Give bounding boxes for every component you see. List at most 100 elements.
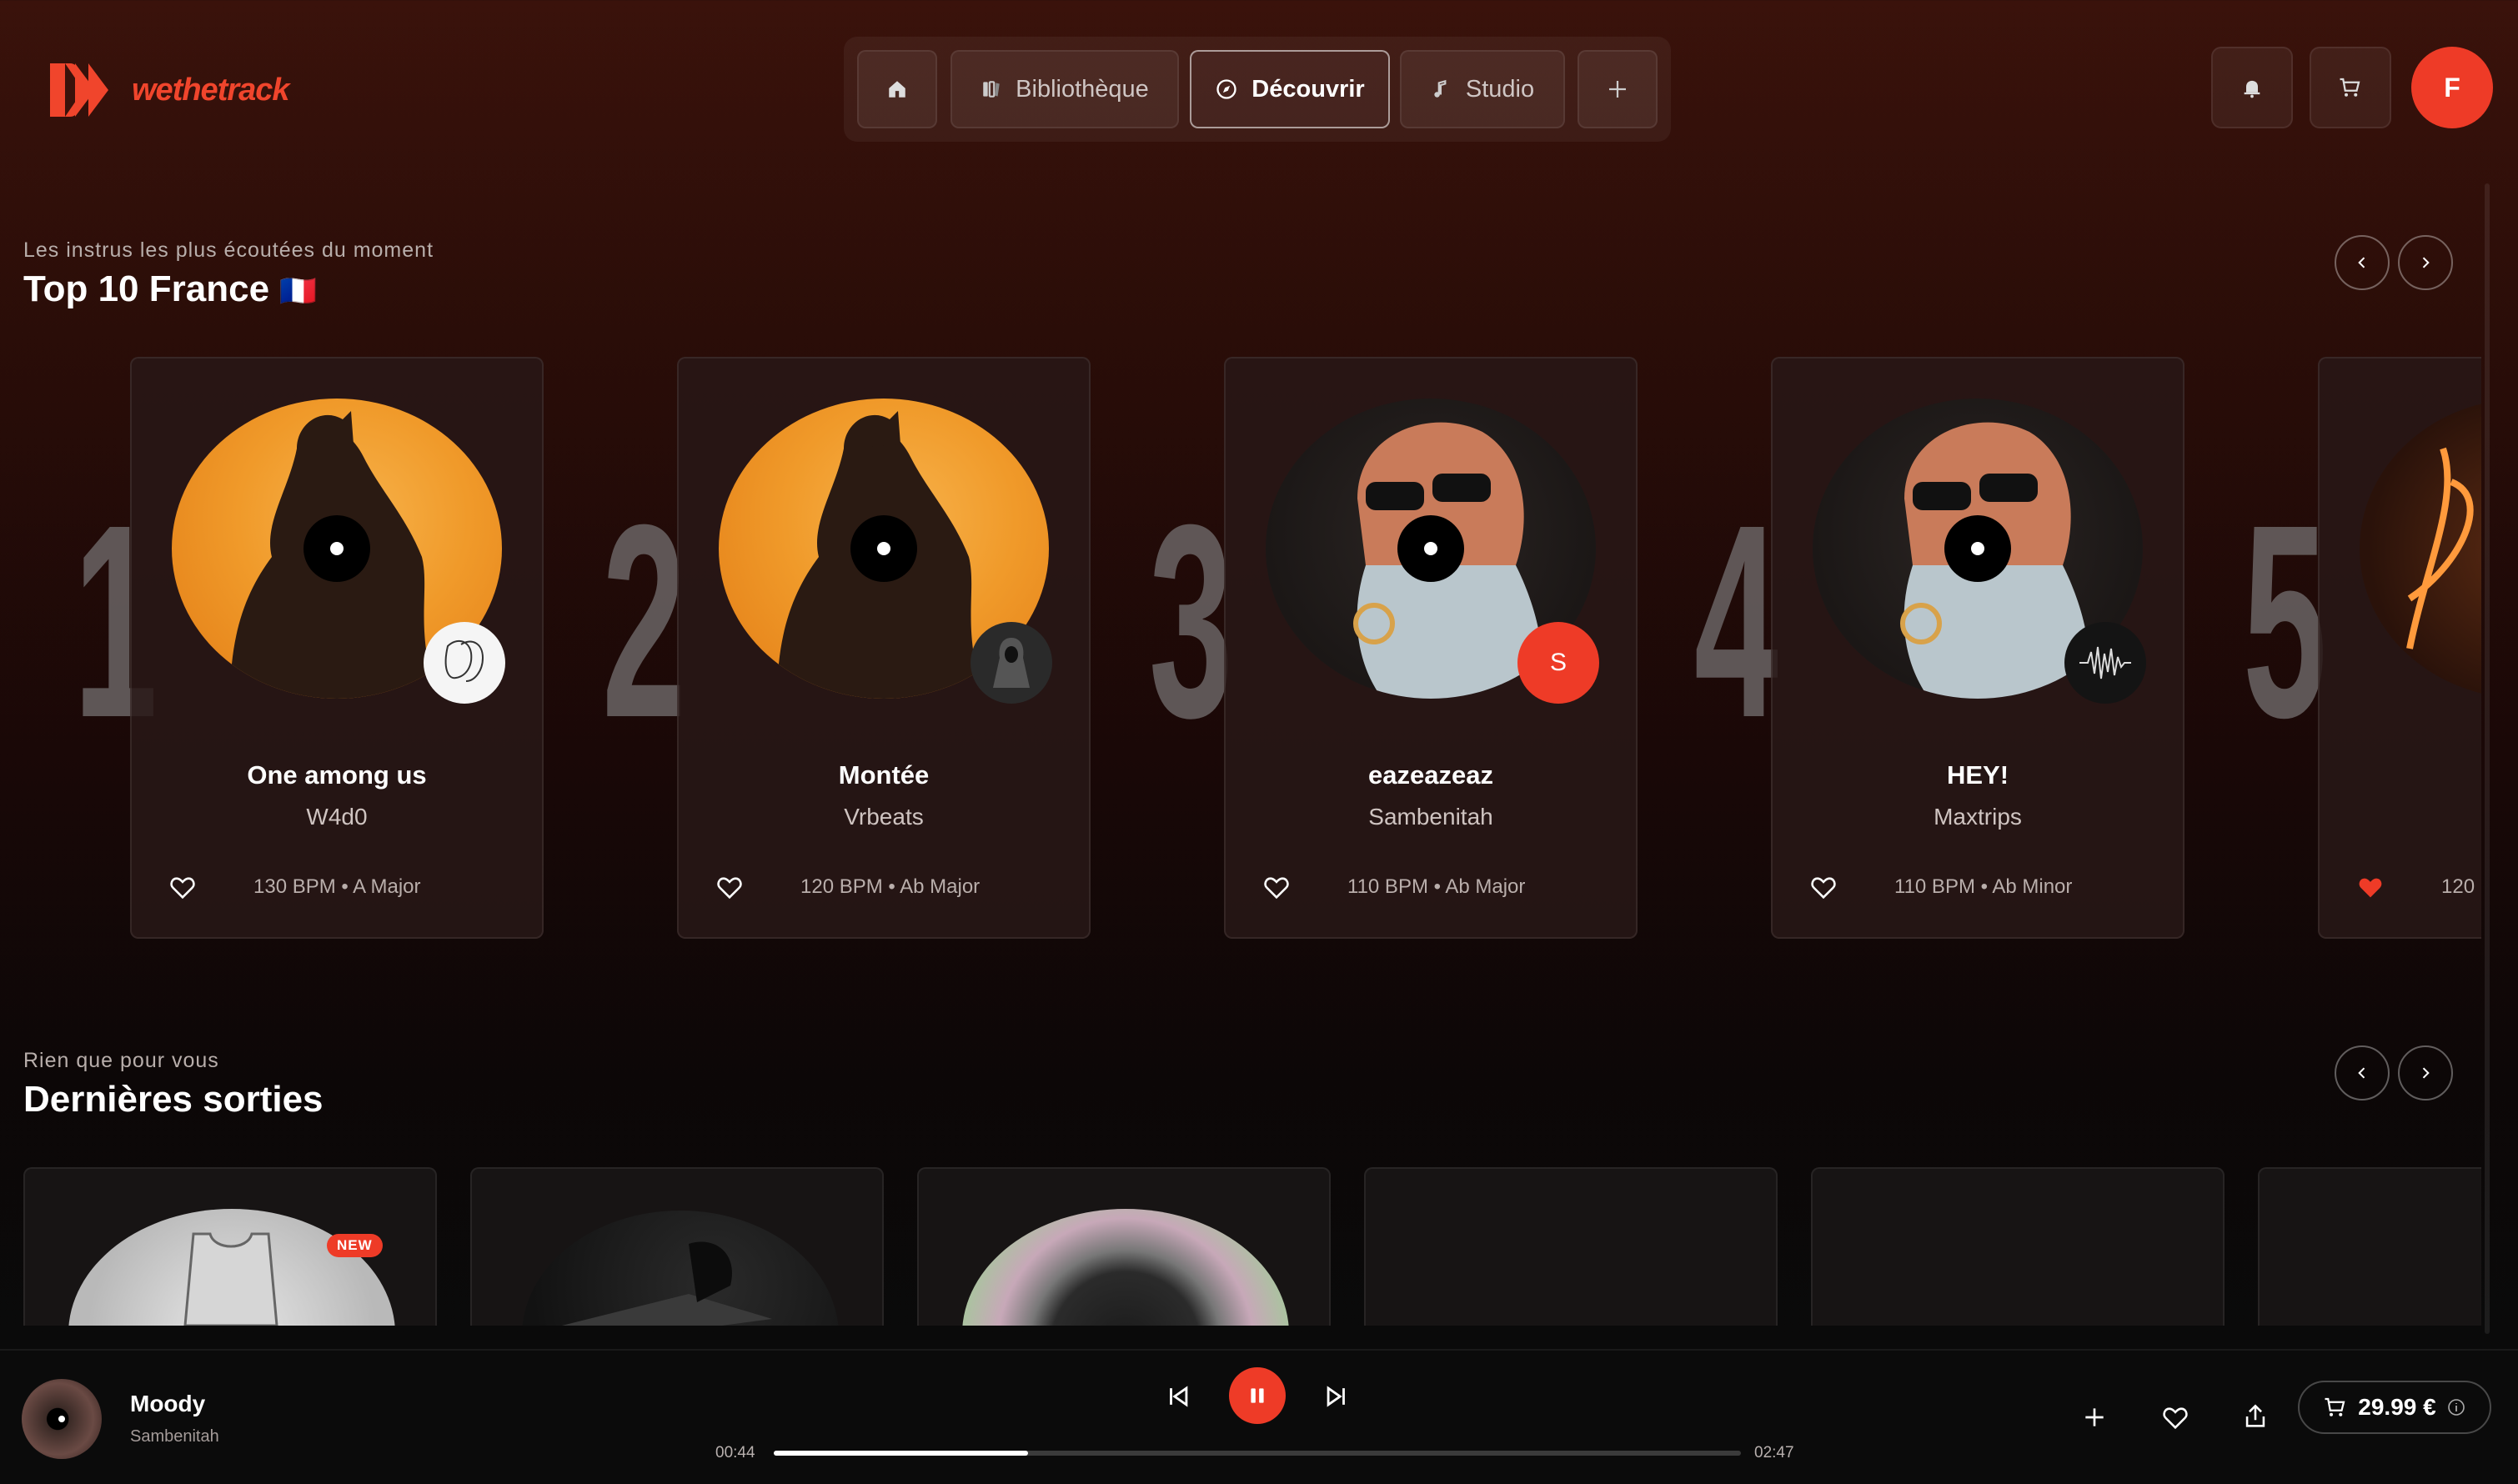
music-note-icon <box>1434 79 1447 98</box>
progress-fill <box>774 1451 1029 1456</box>
producer-avatar[interactable] <box>971 622 1052 704</box>
producer-avatar[interactable]: S <box>1517 622 1599 704</box>
release-cover[interactable] <box>962 1209 1289 1326</box>
nav-library-button[interactable]: Bibliothèque <box>951 50 1179 128</box>
waveform-icon <box>2079 646 2131 679</box>
nav-discover-button[interactable]: Découvrir <box>1190 50 1390 128</box>
nav-add-button[interactable] <box>1578 50 1658 128</box>
track-title[interactable]: One among us <box>132 760 542 790</box>
track-card[interactable]: One among us W4d0 130 BPM • A Major <box>130 357 544 939</box>
play-disc-icon[interactable] <box>1397 515 1464 582</box>
heart-filled-icon[interactable] <box>2356 874 2385 902</box>
release-cover[interactable] <box>68 1209 395 1326</box>
logo-icon <box>50 63 108 117</box>
track-meta: 130 BPM • A Major <box>253 875 421 898</box>
library-icon <box>983 81 1000 98</box>
heart-icon[interactable] <box>1262 874 1291 902</box>
track-meta: 110 BPM • Ab Major <box>1347 875 1526 898</box>
nav-studio-button[interactable]: Studio <box>1400 50 1565 128</box>
heart-icon[interactable] <box>715 874 744 902</box>
latest-subtitle: Rien que pour vous <box>23 1049 219 1072</box>
france-flag-icon: 🇫🇷 <box>279 273 318 308</box>
top10-subtitle: Les instrus les plus écoutées du moment <box>23 238 434 262</box>
drum-machine-artwork <box>562 1241 772 1326</box>
track-meta: 120 BPM • Ab Major <box>800 875 981 898</box>
new-badge: NEW <box>327 1234 383 1257</box>
nav-studio-label: Studio <box>1465 75 1535 103</box>
player-cover[interactable] <box>22 1379 102 1459</box>
play-disc-icon[interactable] <box>1944 515 2011 582</box>
chevron-right-icon <box>2422 257 2430 268</box>
rank-number: 4 <box>1694 467 1778 775</box>
cart-icon <box>2340 78 2360 97</box>
chevron-left-icon <box>2358 1067 2365 1079</box>
track-card[interactable]: Montée Vrbeats 120 BPM • Ab Major <box>677 357 1091 939</box>
cart-button[interactable] <box>2310 47 2391 128</box>
top10-prev-button[interactable] <box>2335 235 2390 290</box>
release-cover[interactable] <box>522 1211 839 1326</box>
player-track-title[interactable]: Moody <box>130 1391 205 1417</box>
info-icon[interactable] <box>2446 1397 2466 1417</box>
page-scrollbar[interactable] <box>2485 183 2490 1334</box>
tank-top-artwork <box>183 1232 278 1326</box>
latest-title: Dernières sorties <box>23 1079 324 1120</box>
player-track-artist[interactable]: Sambenitah <box>130 1427 219 1446</box>
brand-logo[interactable]: wethetrack <box>47 58 290 122</box>
next-track-icon[interactable] <box>1322 1382 1351 1411</box>
compass-icon <box>1216 79 1236 99</box>
release-card[interactable] <box>917 1167 1331 1326</box>
user-avatar[interactable]: F <box>2411 47 2493 128</box>
play-disc-icon[interactable] <box>850 515 917 582</box>
brand-name: wethetrack <box>132 72 290 108</box>
top10-carousel: 1 2 3 4 5 One among us W4d0 130 BPM • A … <box>0 350 2481 950</box>
track-artist[interactable]: Maxtrips <box>1773 804 2183 830</box>
track-artist[interactable]: W4d0 <box>132 804 542 830</box>
release-card[interactable] <box>470 1167 884 1326</box>
track-artist[interactable]: Vrbeats <box>679 804 1089 830</box>
track-meta: 120 I <box>2441 875 2481 898</box>
chevron-right-icon <box>2422 1067 2430 1079</box>
notifications-button[interactable] <box>2211 47 2293 128</box>
top10-next-button[interactable] <box>2398 235 2453 290</box>
release-card[interactable] <box>2258 1167 2481 1326</box>
track-title[interactable]: eazeazeaz <box>1226 760 1636 790</box>
track-card[interactable]: HEY! Maxtrips 110 BPM • Ab Minor <box>1771 357 2184 939</box>
release-card[interactable] <box>1364 1167 1778 1326</box>
pause-icon <box>1251 1388 1264 1403</box>
elapsed-time: 00:44 <box>715 1444 755 1461</box>
buy-button[interactable]: 29.99 € <box>2298 1381 2491 1434</box>
latest-prev-button[interactable] <box>2335 1045 2390 1100</box>
track-artist[interactable]: Sambenitah <box>1226 804 1636 830</box>
track-title[interactable]: Montée <box>679 760 1089 790</box>
chevron-left-icon <box>2358 257 2365 268</box>
play-disc-icon[interactable] <box>303 515 370 582</box>
producer-avatar[interactable] <box>2064 622 2146 704</box>
track-cover[interactable] <box>2360 399 2481 699</box>
producer-avatar[interactable] <box>424 622 505 704</box>
latest-next-button[interactable] <box>2398 1045 2453 1100</box>
track-card[interactable]: S 120 I <box>2318 357 2481 939</box>
share-icon[interactable] <box>2241 1402 2270 1431</box>
pause-button[interactable] <box>1229 1367 1286 1424</box>
nav-discover-label: Découvrir <box>1251 75 1365 103</box>
nav-home-button[interactable] <box>857 50 937 128</box>
producer-initial: S <box>1549 649 1567 676</box>
cart-icon <box>2325 1397 2345 1416</box>
previous-track-icon[interactable] <box>1164 1382 1192 1411</box>
heart-icon[interactable] <box>2161 1404 2189 1432</box>
release-card[interactable]: NEW <box>23 1167 437 1326</box>
track-card[interactable]: S eazeazeaz Sambenitah 110 BPM • Ab Majo… <box>1224 357 1638 939</box>
track-title[interactable]: S <box>2320 760 2481 790</box>
plus-icon <box>1609 81 1626 98</box>
add-to-playlist-icon[interactable] <box>2081 1404 2108 1431</box>
heart-icon[interactable] <box>1809 874 1838 902</box>
progress-bar[interactable] <box>774 1451 1741 1456</box>
heart-icon[interactable] <box>168 874 197 902</box>
price-label: 29.99 € <box>2358 1394 2436 1420</box>
release-card[interactable] <box>1811 1167 2225 1326</box>
total-time: 02:47 <box>1754 1444 1794 1461</box>
sketch-faces-icon <box>444 639 484 682</box>
bell-icon <box>2244 80 2260 98</box>
track-title[interactable]: HEY! <box>1773 760 2183 790</box>
player-bar: Moody Sambenitah 00:44 02:47 <box>0 1349 2518 1484</box>
